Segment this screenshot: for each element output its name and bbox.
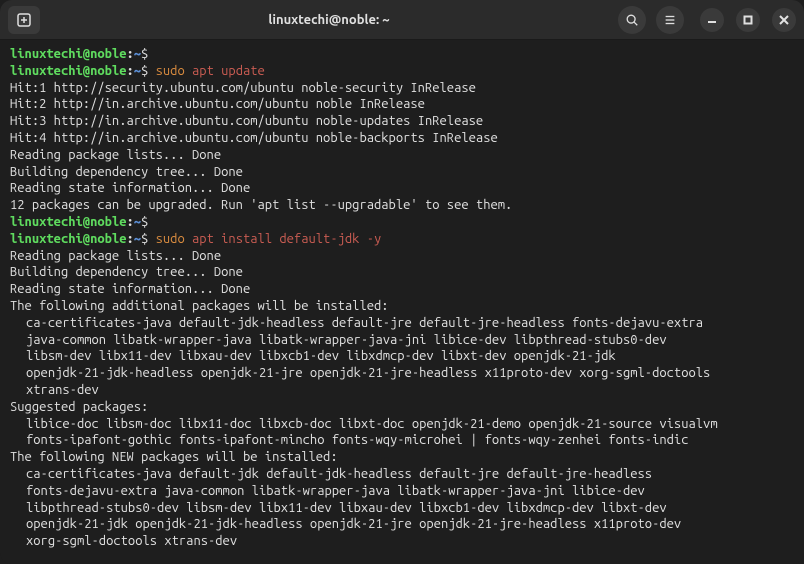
prompt-user: linuxtechi@noble <box>10 215 126 229</box>
prompt-user: linuxtechi@noble <box>10 47 126 61</box>
new-tab-icon <box>16 12 32 28</box>
prompt-colon: : <box>126 64 133 78</box>
minimize-button[interactable] <box>700 8 724 32</box>
titlebar-left <box>8 6 40 34</box>
prompt-colon: : <box>126 215 133 229</box>
prompt-path: ~ <box>134 64 141 78</box>
prompt-dollar: $ <box>141 232 148 246</box>
prompt-path: ~ <box>134 47 141 61</box>
prompt-path: ~ <box>134 232 141 246</box>
output-line: The following NEW packages will be insta… <box>10 449 794 466</box>
output-line: xtrans-dev <box>10 382 794 399</box>
search-button[interactable] <box>618 6 646 34</box>
output-line: libice-doc libsm-doc libx11-doc libxcb-d… <box>10 416 794 433</box>
output-line: Hit:4 http://in.archive.ubuntu.com/ubunt… <box>10 130 794 147</box>
output-line: Reading state information... Done <box>10 180 794 197</box>
terminal-window: linuxtechi@noble: ~ linuxtechi@noble: <box>0 0 804 564</box>
close-button[interactable] <box>772 8 796 32</box>
cmd-sudo: sudo <box>156 232 192 246</box>
prompt-line: linuxtechi@noble:~$ <box>10 214 794 231</box>
titlebar-right <box>618 6 796 34</box>
prompt-line: linuxtechi@noble:~$ sudo apt update <box>10 63 794 80</box>
cmd-text: apt update <box>192 64 265 78</box>
output-line: Reading state information... Done <box>10 281 794 298</box>
titlebar: linuxtechi@noble: ~ <box>0 0 804 40</box>
output-line: ca-certificates-java default-jdk default… <box>10 466 794 483</box>
window-title: linuxtechi@noble: ~ <box>48 13 610 27</box>
prompt-user: linuxtechi@noble <box>10 232 126 246</box>
output-line: Reading package lists... Done <box>10 147 794 164</box>
output-line: fonts-ipafont-gothic fonts-ipafont-minch… <box>10 432 794 449</box>
close-icon <box>779 15 789 25</box>
maximize-button[interactable] <box>736 8 760 32</box>
output-line: libpthread-stubs0-dev libsm-dev libx11-d… <box>10 500 794 517</box>
output-line: Building dependency tree... Done <box>10 264 794 281</box>
prompt-dollar: $ <box>141 215 148 229</box>
prompt-colon: : <box>126 232 133 246</box>
prompt-line: linuxtechi@noble:~$ <box>10 46 794 63</box>
cmd-text: apt install default-jdk -y <box>192 232 381 246</box>
prompt-colon: : <box>126 47 133 61</box>
prompt-path: ~ <box>134 215 141 229</box>
menu-button[interactable] <box>656 6 684 34</box>
output-line: Hit:2 http://in.archive.ubuntu.com/ubunt… <box>10 96 794 113</box>
output-line: Suggested packages: <box>10 399 794 416</box>
terminal-output[interactable]: linuxtechi@noble:~$linuxtechi@noble:~$ s… <box>0 40 804 564</box>
output-line: xorg-sgml-doctools xtrans-dev <box>10 533 794 550</box>
output-line: fonts-dejavu-extra java-common libatk-wr… <box>10 483 794 500</box>
output-line: openjdk-21-jdk openjdk-21-jdk-headless o… <box>10 516 794 533</box>
output-line: Reading package lists... Done <box>10 248 794 265</box>
output-line: openjdk-21-jdk-headless openjdk-21-jre o… <box>10 365 794 382</box>
window-controls <box>700 8 796 32</box>
output-line: libsm-dev libx11-dev libxau-dev libxcb1-… <box>10 348 794 365</box>
search-icon <box>625 13 639 27</box>
prompt-user: linuxtechi@noble <box>10 64 126 78</box>
output-line: Hit:1 http://security.ubuntu.com/ubuntu … <box>10 80 794 97</box>
output-line: Hit:3 http://in.archive.ubuntu.com/ubunt… <box>10 113 794 130</box>
maximize-icon <box>743 15 753 25</box>
prompt-dollar: $ <box>141 47 148 61</box>
prompt-line: linuxtechi@noble:~$ sudo apt install def… <box>10 231 794 248</box>
output-line: java-common libatk-wrapper-java libatk-w… <box>10 332 794 349</box>
output-line: 12 packages can be upgraded. Run 'apt li… <box>10 197 794 214</box>
prompt-dollar: $ <box>141 64 148 78</box>
output-line: ca-certificates-java default-jdk-headles… <box>10 315 794 332</box>
minimize-icon <box>707 15 717 25</box>
output-line: Building dependency tree... Done <box>10 164 794 181</box>
hamburger-icon <box>663 13 677 27</box>
new-tab-button[interactable] <box>8 6 40 34</box>
cmd-sudo: sudo <box>156 64 192 78</box>
output-line: The following additional packages will b… <box>10 298 794 315</box>
